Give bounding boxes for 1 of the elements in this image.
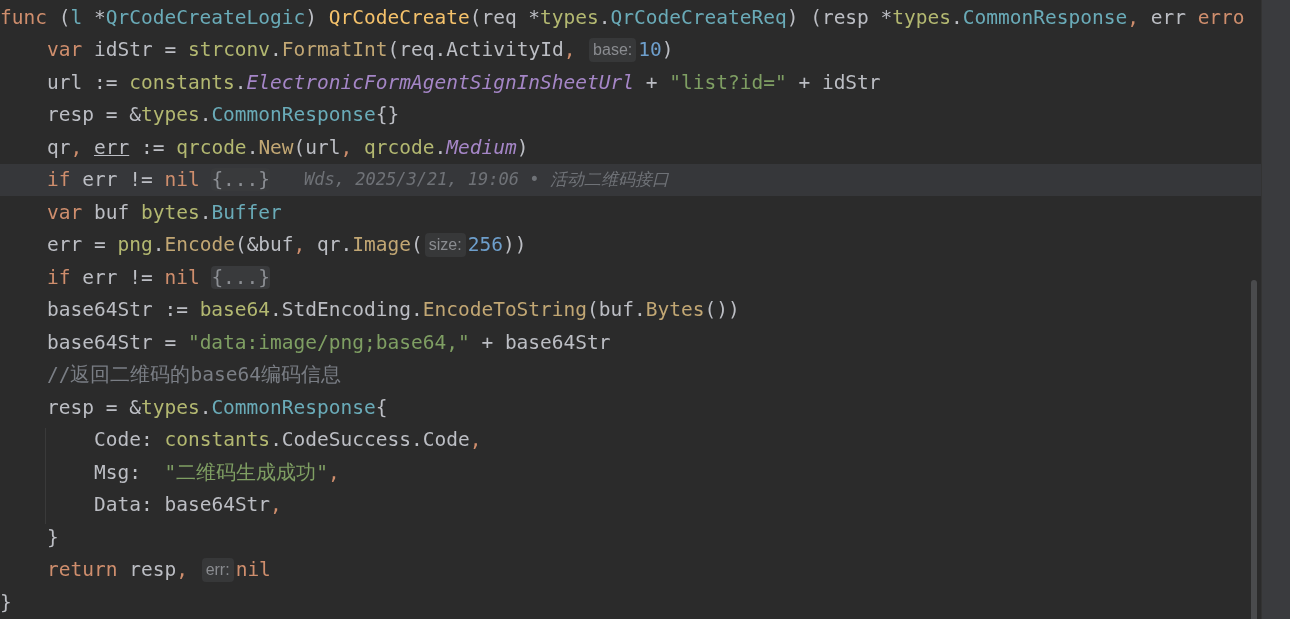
scrollbar[interactable] xyxy=(1251,280,1257,619)
